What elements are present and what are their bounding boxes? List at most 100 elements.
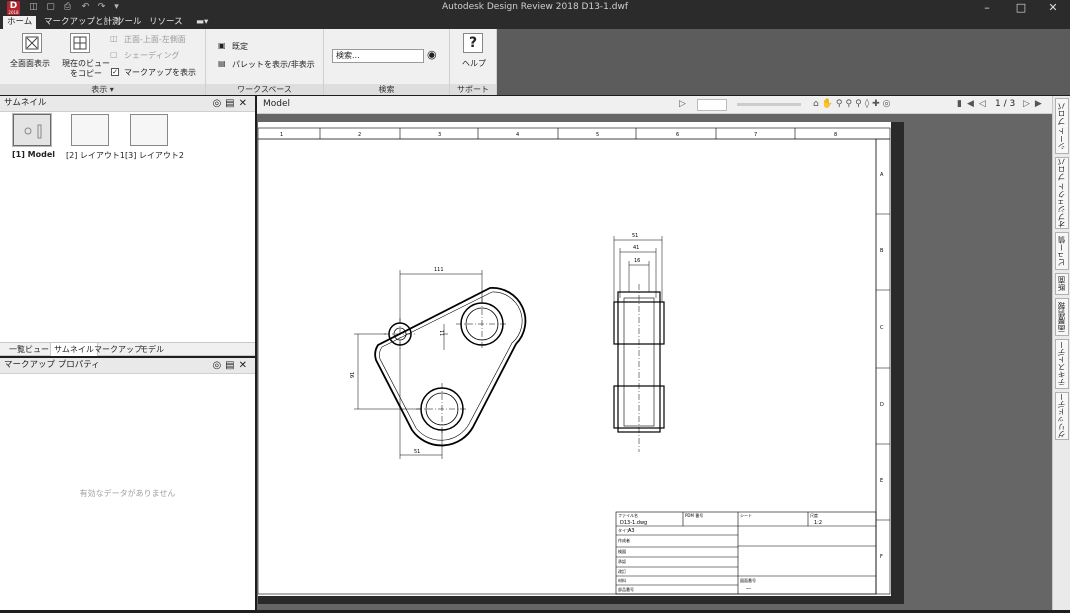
- tab-section[interactable]: 断面: [1055, 273, 1069, 295]
- panel-tab-bar: 一覧ビュー サムネイル マークアップ モデル: [0, 342, 255, 356]
- design-review-window: D 2018 ◫ ▢ ⎙ ↶ ↷ ▾ Autodesk Design Review…: [0, 0, 1070, 613]
- row-label: B: [880, 248, 884, 254]
- tab-tools[interactable]: ツール: [112, 16, 146, 29]
- titleblock-text: 図面番号: [740, 577, 756, 583]
- default-workspace-button[interactable]: 既定: [232, 41, 248, 52]
- search-input[interactable]: 検索...: [332, 49, 424, 63]
- col-label: 7: [754, 132, 757, 138]
- shading-icon: ▢: [110, 50, 118, 59]
- front-top-left-button[interactable]: 正面-上面-左側面: [124, 34, 186, 45]
- ribbon-tab-bar: ホーム マークアップと計測 ツール リソース ▬▾: [0, 16, 1070, 29]
- dimension-text: 111: [434, 267, 444, 273]
- titleblock-text: A3: [628, 528, 635, 534]
- help-button[interactable]: ヘルプ: [462, 58, 486, 69]
- row-label: A: [880, 172, 884, 178]
- dimension-text: 16: [634, 258, 640, 264]
- markup-show-checkbox[interactable]: ✓: [111, 68, 119, 76]
- default-workspace-icon: ▣: [218, 41, 226, 50]
- thumbnail-label[interactable]: [2] レイアウト1: [66, 150, 125, 161]
- help-icon[interactable]: ?: [463, 33, 483, 53]
- thumbnail-label[interactable]: [3] レイアウト2: [125, 150, 184, 161]
- view-panel-footer[interactable]: 表示 ▾: [0, 84, 205, 95]
- layer-dropdown[interactable]: [697, 99, 727, 111]
- workspace-panel-footer: ワークスペース: [206, 84, 323, 95]
- sheet-shadow-bottom: [258, 596, 904, 604]
- titleblock-text: 部品番号: [618, 586, 634, 592]
- page-first-prev-icons[interactable]: ▮◀◁: [957, 99, 991, 109]
- ribbon-panel-view: 全面面表示 現在のビュー をコピー ◫ 正面-上面-左側面 ▢ シェーディング …: [0, 29, 206, 95]
- drawing-canvas[interactable]: 1 2 3 4 5 6 7 8 A B C D E F 111 11 91 51…: [257, 114, 1052, 610]
- thumbnail-layout1[interactable]: [71, 114, 109, 146]
- drawing-sheet[interactable]: 1 2 3 4 5 6 7 8 A B C D E F 111 11 91 51…: [258, 122, 891, 596]
- tab-home[interactable]: ホーム: [3, 16, 37, 29]
- col-label: 2: [358, 132, 361, 138]
- binoculars-icon[interactable]: ◉: [427, 48, 437, 61]
- titleblock-text: シート: [740, 513, 752, 518]
- title-bar: D 2018 ◫ ▢ ⎙ ↶ ↷ ▾ Autodesk Design Review…: [0, 0, 1070, 16]
- titleblock-text: 1:2: [814, 520, 822, 526]
- dimension-text: 91: [350, 372, 356, 378]
- shading-button[interactable]: シェーディング: [124, 50, 179, 61]
- select-icon[interactable]: ▷: [679, 99, 686, 109]
- tab-view-info[interactable]: ビュー情報: [1055, 232, 1070, 270]
- col-label: 5: [596, 132, 599, 138]
- copy-view-icon[interactable]: [70, 33, 90, 53]
- thumbnail-panel-header: サムネイル ◎▤✕: [0, 96, 255, 112]
- titleblock-text: ファイル名: [618, 512, 638, 518]
- titleblock-text: 承認: [618, 558, 626, 564]
- thumbnail-layout2[interactable]: [130, 114, 168, 146]
- palette-toggle-button[interactable]: パレットを表示/非表示: [232, 59, 315, 70]
- fit-view-icon[interactable]: [22, 33, 42, 53]
- tab-resources[interactable]: リソース: [145, 16, 187, 29]
- ribbon-empty-area: [497, 29, 1070, 95]
- empty-state-text: 有効なデータがありません: [79, 489, 176, 498]
- panel-controls[interactable]: ◎▤✕: [212, 96, 251, 111]
- right-palette-bar: シート プロパティ オブジェクト プロパティ ビュー情報 断面 画層情報 テキス…: [1052, 96, 1070, 610]
- page-next-last-icons[interactable]: ▷▶: [1023, 99, 1047, 109]
- titleblock-text: 材料: [618, 577, 626, 583]
- dimension-text: 51: [632, 233, 638, 239]
- thumbnail-label[interactable]: [1] Model: [12, 150, 55, 159]
- ribbon-options-icon[interactable]: ▬▾: [192, 16, 212, 29]
- copy-view-label-2: をコピー: [70, 69, 102, 78]
- close-button[interactable]: ✕: [1038, 0, 1068, 16]
- markup-panel-header: マークアップ プロパティ ◎▤✕: [0, 358, 255, 374]
- titleblock-text: 検図: [618, 548, 626, 554]
- support-panel-footer: サポート: [450, 84, 496, 95]
- tab-layer-info[interactable]: 画層情報: [1055, 298, 1069, 336]
- thumbnail-model[interactable]: [13, 114, 51, 146]
- titleblock-text: 改訂: [618, 568, 626, 574]
- canvas-toolbar: Model ▷ ⌂✋⚲⚲⚲◊✚◎ ▮◀◁ 1 / 3 ▷▶: [257, 96, 1052, 114]
- sheet-shadow: [891, 122, 904, 604]
- minimize-button[interactable]: –: [972, 0, 1002, 16]
- zoom-slider[interactable]: [737, 103, 801, 106]
- tab-model[interactable]: モデル: [137, 343, 167, 356]
- row-label: E: [880, 478, 883, 484]
- tab-object-properties[interactable]: オブジェクト プロパティ: [1055, 157, 1070, 229]
- panel-controls[interactable]: ◎▤✕: [212, 358, 251, 373]
- tab-list-view[interactable]: 一覧ビュー: [6, 343, 52, 356]
- tab-sheet-properties[interactable]: シート プロパティ: [1055, 98, 1070, 154]
- tab-grid-data[interactable]: グリッドデータ: [1055, 392, 1070, 440]
- search-panel-footer: 検索: [324, 84, 449, 95]
- maximize-button[interactable]: □: [1006, 0, 1036, 16]
- col-label: 6: [676, 132, 679, 138]
- navigation-tools[interactable]: ⌂✋⚲⚲⚲◊✚◎: [813, 99, 894, 109]
- dimension-text: 11: [440, 330, 446, 336]
- cad-drawing: 1 2 3 4 5 6 7 8 A B C D E F 111 11 91 51…: [258, 127, 891, 595]
- titleblock-text: PDM 番号: [685, 512, 703, 518]
- palette-icon: ▤: [218, 59, 226, 68]
- row-label: D: [880, 402, 884, 408]
- cube-icon: ◫: [110, 34, 118, 43]
- row-label: C: [880, 325, 884, 331]
- page-indicator: 1 / 3: [995, 99, 1016, 109]
- titleblock-text: 作成者: [618, 537, 630, 543]
- titleblock-text: ―: [746, 586, 751, 592]
- markup-show-label[interactable]: マークアップを表示: [124, 67, 196, 78]
- thumbnail-panel: サムネイル ◎▤✕ [1] Model [2] レイアウト1 [3] レイアウト…: [0, 96, 255, 342]
- model-tab-label[interactable]: Model: [263, 99, 290, 109]
- fit-view-label[interactable]: 全面面表示: [10, 58, 50, 69]
- markup-panel-title: マークアップ プロパティ: [4, 360, 100, 370]
- tab-text-data[interactable]: テキストデータ: [1055, 339, 1070, 389]
- dimension-text: 41: [633, 245, 639, 251]
